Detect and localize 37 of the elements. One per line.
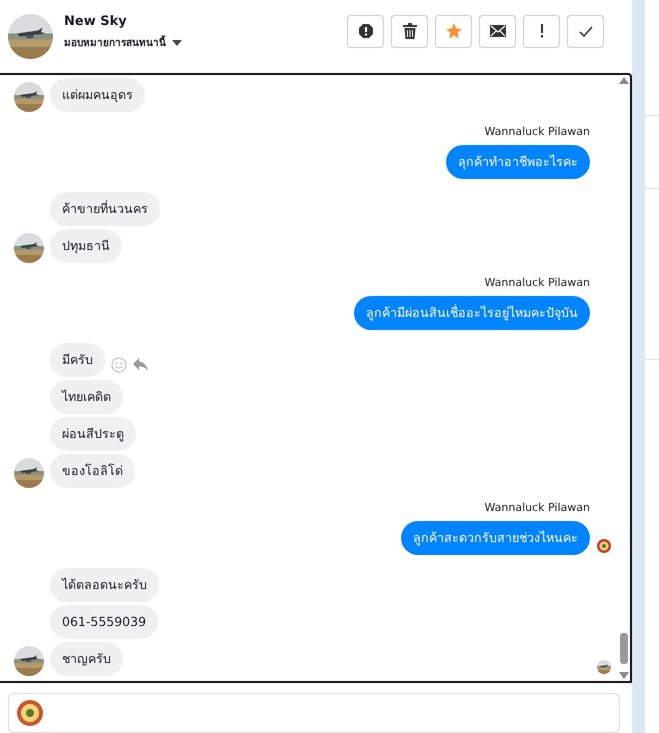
- sender-name: Wannaluck Pilawan: [484, 276, 590, 289]
- envelope-icon: [490, 25, 506, 38]
- received-message: ผ่อนสีประตู: [50, 416, 136, 451]
- received-message: มีครับ: [50, 342, 105, 377]
- caret-icon[interactable]: [172, 40, 182, 46]
- received-message: ได้ตลอดนะครับ: [50, 568, 159, 602]
- received-message: 061-5559039: [50, 604, 158, 639]
- report-button[interactable]: [347, 14, 384, 48]
- star-icon: [446, 23, 462, 40]
- sent-message: ลูกค้ามีผ่อนสินเชื่ออะไรอยู่ไหมคะปัจุบัน: [354, 296, 590, 330]
- received-message: ไทยเคดิต: [50, 380, 123, 414]
- received-message: ชาญครับ: [50, 642, 123, 676]
- received-message: ของโอลิโด่: [50, 454, 135, 488]
- smiley-icon[interactable]: [111, 356, 127, 373]
- star-button[interactable]: [435, 14, 472, 48]
- scroll-down-icon[interactable]: [619, 672, 629, 679]
- received-message: แต่ผมคนอุดร: [50, 78, 145, 112]
- assign-conversation-link[interactable]: มอบหมายการสนทนานี้: [64, 35, 166, 50]
- seal-icon: [597, 538, 611, 553]
- seal-icon: [17, 700, 43, 726]
- sender-name: Wannaluck Pilawan: [484, 500, 590, 514]
- alert-icon: [358, 23, 374, 40]
- done-button[interactable]: [567, 14, 604, 48]
- sender-name: Wannaluck Pilawan: [484, 124, 590, 138]
- check-icon: [578, 26, 592, 37]
- sent-message: ลูกค้าสะดวกรับสายช่วงไหนคะ: [401, 520, 590, 555]
- delete-button[interactable]: [391, 14, 428, 48]
- scrollbar-thumb[interactable]: [620, 633, 628, 664]
- scroll-up-icon[interactable]: [619, 76, 629, 84]
- mail-button[interactable]: [479, 14, 516, 48]
- trash-icon: [402, 23, 416, 40]
- reply-icon[interactable]: [133, 358, 148, 372]
- contact-name: New Sky: [64, 14, 128, 30]
- received-message: ค้าขายที่นวนคร: [50, 192, 160, 226]
- received-message: ปทุมธานี: [50, 228, 122, 263]
- sent-message: ลุกค้าทำอาชีพอะไรคะ: [446, 144, 590, 179]
- exclamation-icon: [540, 24, 544, 38]
